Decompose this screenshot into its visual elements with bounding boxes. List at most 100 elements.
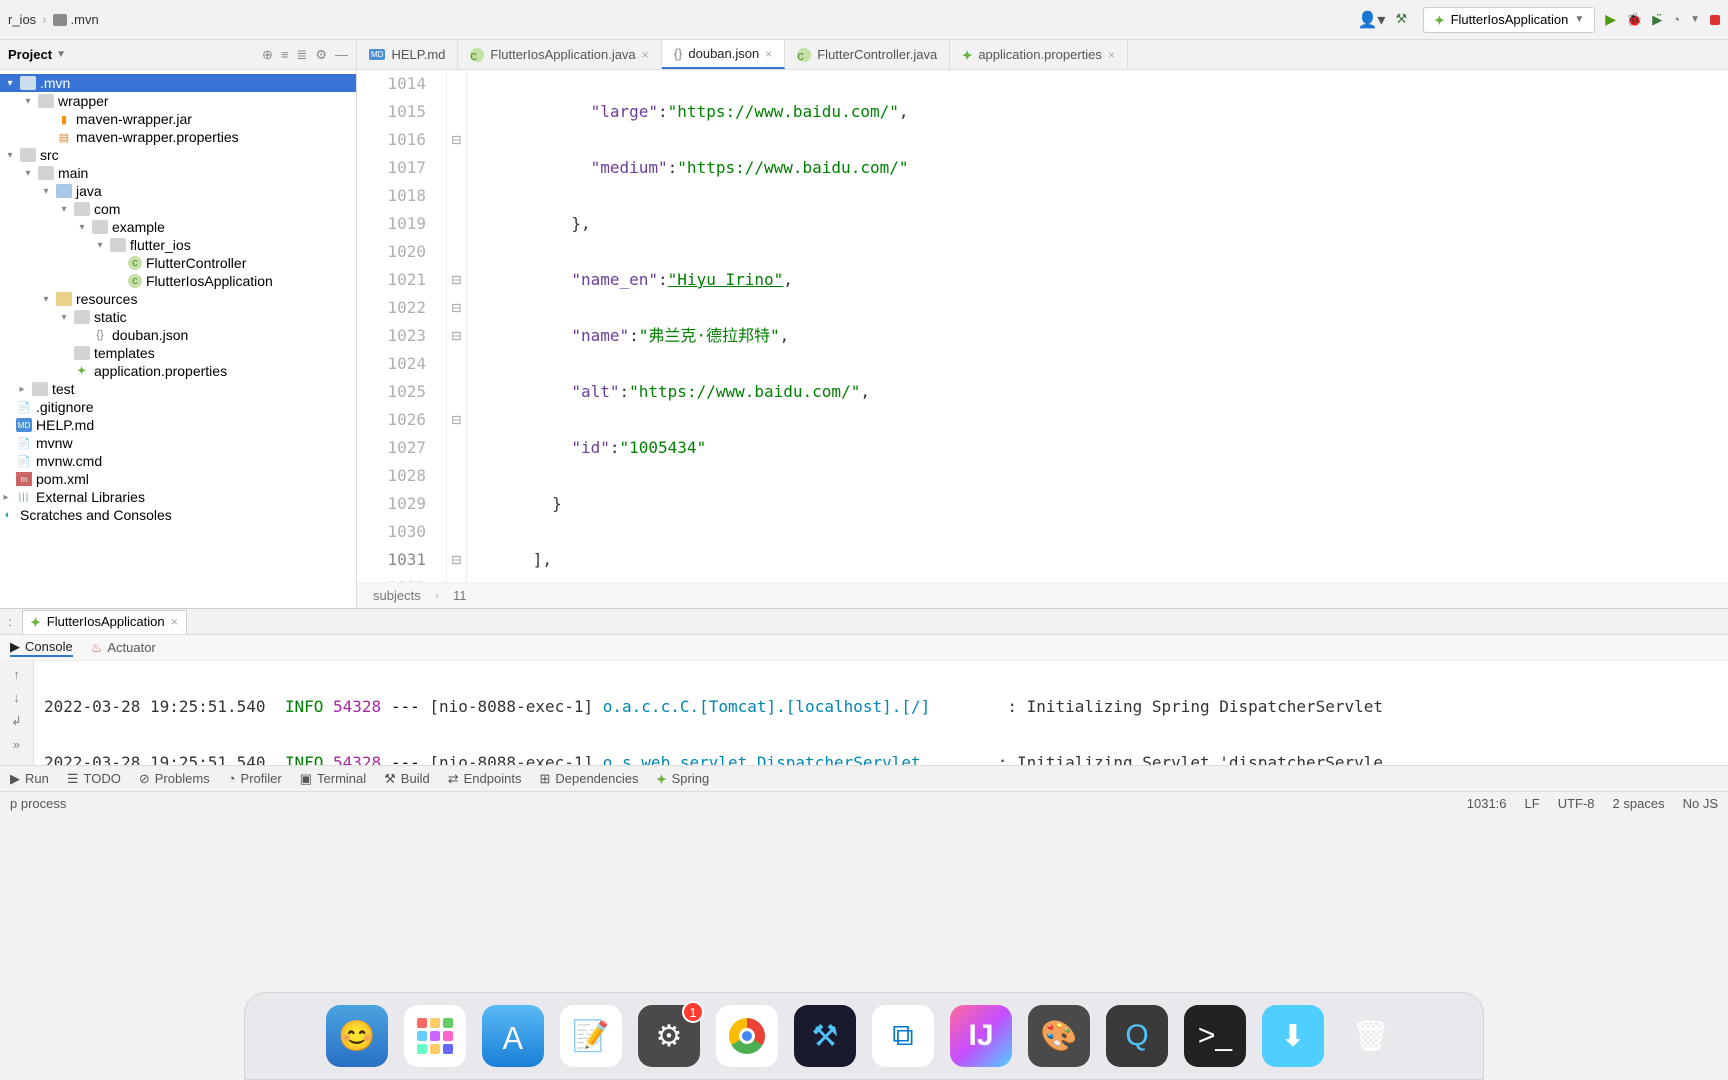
todo-tool[interactable]: ☰TODO [67, 771, 121, 787]
close-icon[interactable]: × [1108, 48, 1115, 62]
console-tab[interactable]: ▶Console [10, 639, 73, 657]
run-button[interactable]: ▶ [1605, 11, 1616, 28]
breadcrumb-item[interactable]: 11 [453, 588, 467, 603]
tree-node-mwp[interactable]: ▤maven-wrapper.properties [0, 128, 356, 146]
dock-terminal[interactable]: >_ [1184, 1005, 1246, 1067]
editor-tabs: MDHELP.md cFlutterIosApplication.java× {… [357, 40, 1728, 70]
soft-wrap-icon[interactable]: ↲ [11, 713, 22, 729]
breadcrumb-item[interactable]: subjects [373, 588, 421, 603]
indent[interactable]: 2 spaces [1613, 796, 1665, 811]
target-icon[interactable]: ⊕ [262, 47, 273, 63]
hide-icon[interactable]: — [335, 47, 348, 63]
dock-chrome[interactable] [716, 1005, 778, 1067]
tree-node-main[interactable]: ▾main [0, 164, 356, 182]
tree-node-appprops[interactable]: ⯌application.properties [0, 362, 356, 380]
dock-notes[interactable]: 📝 [560, 1005, 622, 1067]
syntax[interactable]: No JS [1683, 796, 1718, 811]
actuator-tab[interactable]: ♨Actuator [91, 640, 156, 656]
tree-node-mvnw[interactable]: 📄mvnw [0, 434, 356, 452]
debug-button[interactable]: 🐞 [1626, 12, 1642, 28]
tab-help[interactable]: MDHELP.md [357, 40, 458, 69]
encoding[interactable]: UTF-8 [1558, 796, 1595, 811]
dock-finder[interactable]: 😊 [326, 1005, 388, 1067]
console-output[interactable]: 2022-03-28 19:25:51.540 INFO 54328 --- [… [34, 661, 1728, 765]
dock-trash[interactable]: 🗑 [1340, 1005, 1402, 1067]
tree-node-resources[interactable]: ▾resources [0, 290, 356, 308]
tree-node-gitignore[interactable]: 📄.gitignore [0, 398, 356, 416]
dock-intellij[interactable]: IJ [950, 1005, 1012, 1067]
problems-tool[interactable]: ⊘Problems [139, 771, 210, 787]
scroll-down-icon[interactable]: ↓ [13, 690, 20, 705]
dock-xcode[interactable]: ⚒ [794, 1005, 856, 1067]
tree-node-external[interactable]: ▸External Libraries [0, 488, 356, 506]
profile-button[interactable]: ◔ [1672, 12, 1680, 27]
breadcrumb-item[interactable]: r_ios [8, 12, 36, 27]
collapse-icon[interactable]: ≡ [281, 47, 289, 63]
run-config-dropdown[interactable]: ⯌ FlutterIosApplication ▼ [1423, 7, 1595, 33]
dock-downloads[interactable]: ⬇ [1262, 1005, 1324, 1067]
dock-quicktime[interactable]: Q [1106, 1005, 1168, 1067]
tree-node-fapp[interactable]: cFlutterIosApplication [0, 272, 356, 290]
tree-node-flutterios[interactable]: ▾flutter_ios [0, 236, 356, 254]
tree-node-src[interactable]: ▾src [0, 146, 356, 164]
stop-button[interactable] [1710, 15, 1720, 25]
fold-column[interactable]: ⊟⊟⊟⊟⊟⊟ [447, 70, 467, 582]
json-icon: {} [92, 328, 108, 342]
dock-settings[interactable]: ⚙1 [638, 1005, 700, 1067]
tab-douban[interactable]: {}douban.json× [662, 40, 786, 69]
tree-node-pom[interactable]: mpom.xml [0, 470, 356, 488]
project-panel: Project ▼ ⊕ ≡ ≣ ⚙ — ▾.mvn ▾wrapper ▮mave… [0, 40, 357, 608]
expand-icon[interactable]: ≣ [296, 47, 307, 63]
user-icon[interactable]: 👤▾ [1357, 10, 1385, 30]
gear-icon[interactable]: ⚙ [315, 47, 327, 63]
breadcrumb-item[interactable]: .mvn [53, 12, 99, 27]
editor-area: MDHELP.md cFlutterIosApplication.java× {… [357, 40, 1728, 608]
tree-node-templates[interactable]: templates [0, 344, 356, 362]
folder-icon [32, 382, 48, 396]
tree-node-com[interactable]: ▾com [0, 200, 356, 218]
hammer-icon[interactable]: ⚒ [1395, 11, 1413, 29]
run-tab[interactable]: ⯌ FlutterIosApplication × [22, 610, 188, 634]
dock-colormeter[interactable]: 🎨 [1028, 1005, 1090, 1067]
close-icon[interactable]: × [765, 47, 772, 61]
terminal-tool[interactable]: ▣Terminal [300, 771, 366, 787]
folder-icon [56, 184, 72, 198]
close-icon[interactable]: × [171, 614, 179, 629]
tree-node-scratches[interactable]: ◐Scratches and Consoles [0, 506, 356, 524]
endpoints-tool[interactable]: ⇄Endpoints [448, 771, 522, 787]
project-title[interactable]: Project ▼ [8, 47, 262, 62]
dock-vscode[interactable]: ⧉ [872, 1005, 934, 1067]
dock-launchpad[interactable] [404, 1005, 466, 1067]
dock-appstore[interactable]: Ａ [482, 1005, 544, 1067]
tree-node-mwj[interactable]: ▮maven-wrapper.jar [0, 110, 356, 128]
close-icon[interactable]: × [642, 48, 649, 62]
tree-node-help[interactable]: MDHELP.md [0, 416, 356, 434]
code-area[interactable]: "large":"https://www.baidu.com/", "mediu… [467, 70, 1728, 582]
build-tool[interactable]: ⚒Build [384, 771, 430, 787]
tab-fapp[interactable]: cFlutterIosApplication.java× [458, 40, 661, 69]
tab-appprops[interactable]: ⯌application.properties× [950, 40, 1128, 69]
tree-node-fcontroller[interactable]: cFlutterController [0, 254, 356, 272]
chevron-down-icon: ▼ [1690, 14, 1700, 25]
tree-node-wrapper[interactable]: ▾wrapper [0, 92, 356, 110]
line-separator[interactable]: LF [1525, 796, 1540, 811]
tree-node-java[interactable]: ▾java [0, 182, 356, 200]
tree-node-mvnwcmd[interactable]: 📄mvnw.cmd [0, 452, 356, 470]
tab-fcontroller[interactable]: cFlutterController.java [785, 40, 950, 69]
more-icon[interactable]: » [13, 737, 20, 752]
tree-node-example[interactable]: ▾example [0, 218, 356, 236]
scroll-up-icon[interactable]: ↑ [13, 667, 20, 682]
folder-icon [20, 76, 36, 90]
tree-node-test[interactable]: ▸test [0, 380, 356, 398]
project-tree[interactable]: ▾.mvn ▾wrapper ▮maven-wrapper.jar ▤maven… [0, 70, 356, 608]
tree-node-douban[interactable]: {}douban.json [0, 326, 356, 344]
profiler-tool[interactable]: ◔Profiler [228, 771, 282, 786]
coverage-button[interactable]: ▶̈ [1652, 12, 1662, 28]
spring-tool[interactable]: ⯌Spring [656, 771, 709, 787]
run-tool[interactable]: ▶Run [10, 771, 49, 787]
tree-node-static[interactable]: ▾static [0, 308, 356, 326]
editor-body[interactable]: 1014 1015 1016 1017 1018 1019 1020 1021 … [357, 70, 1728, 582]
cursor-position[interactable]: 1031:6 [1467, 796, 1507, 811]
deps-tool[interactable]: ⊞Dependencies [539, 771, 638, 787]
tree-node-mvn[interactable]: ▾.mvn [0, 74, 356, 92]
